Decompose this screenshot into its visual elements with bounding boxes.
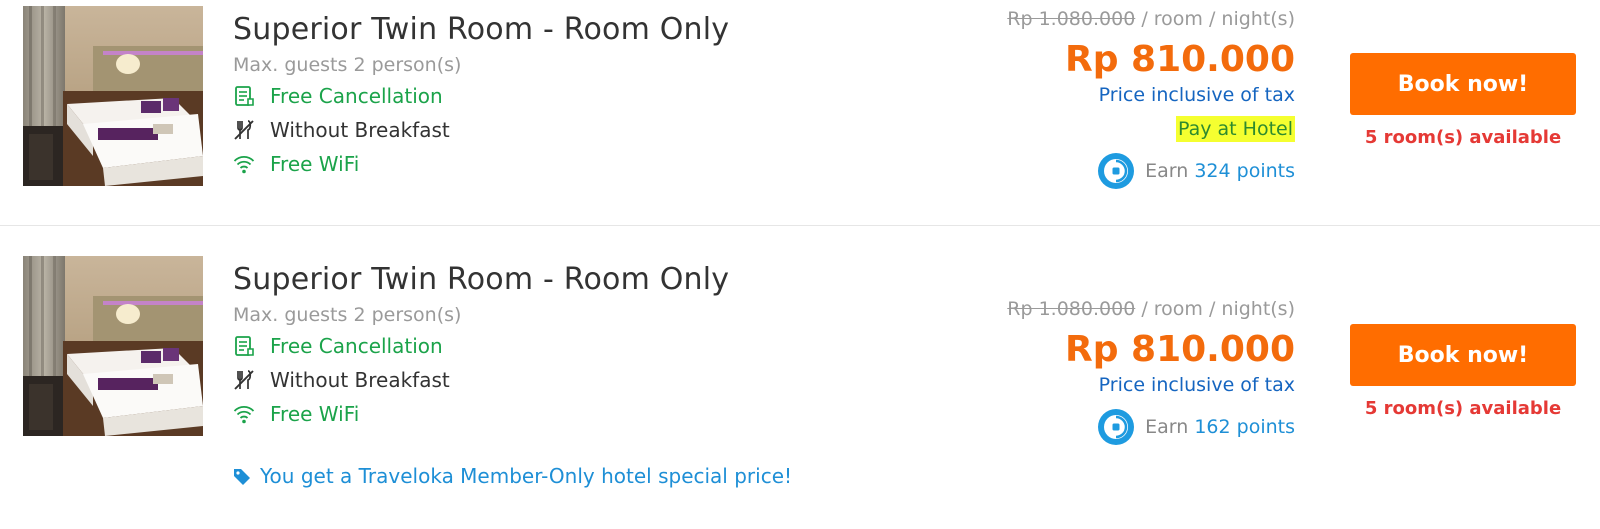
- feature-label: Free Cancellation: [270, 84, 443, 108]
- no-breakfast-icon: [233, 119, 255, 141]
- earn-points: Earn 162 points: [1007, 408, 1295, 446]
- discounted-price: Rp 810.000: [1065, 329, 1295, 370]
- points-value: 162 points: [1194, 416, 1295, 438]
- original-price: Rp 1.080.000: [1007, 298, 1136, 320]
- rooms-available: 5 room(s) available: [1364, 127, 1562, 148]
- feature-without-breakfast: Without Breakfast: [233, 115, 729, 145]
- earn-points: Earn 324 points: [1007, 152, 1295, 190]
- book-now-button[interactable]: Book now!: [1350, 53, 1576, 115]
- room-card: Superior Twin Room - Room Only Max. gues…: [0, 226, 1600, 529]
- room-photo-image: [23, 256, 203, 436]
- max-guests: Max. guests 2 person(s): [233, 54, 462, 76]
- original-price-line: Rp 1.080.000 / room / night(s): [1007, 296, 1295, 322]
- wifi-icon: [233, 153, 255, 175]
- room-card: Superior Twin Room - Room Only Max. gues…: [0, 0, 1600, 226]
- feature-free-cancellation: Free Cancellation: [233, 81, 729, 111]
- feature-label: Free Cancellation: [270, 334, 443, 358]
- room-photo[interactable]: [23, 6, 203, 186]
- feature-without-breakfast: Without Breakfast: [233, 365, 729, 395]
- rooms-available: 5 room(s) available: [1364, 398, 1562, 419]
- feature-label: Without Breakfast: [270, 118, 450, 142]
- points-icon: [1097, 152, 1135, 190]
- tax-note: Price inclusive of tax: [1098, 84, 1295, 106]
- feature-label: Free WiFi: [270, 402, 360, 426]
- feature-label: Without Breakfast: [270, 368, 450, 392]
- member-only-price-note[interactable]: You get a Traveloka Member-Only hotel sp…: [233, 464, 792, 488]
- max-guests: Max. guests 2 person(s): [233, 304, 462, 326]
- feature-free-wifi: Free WiFi: [233, 149, 729, 179]
- room-name[interactable]: Superior Twin Room - Room Only: [233, 262, 729, 298]
- price-unit: / room / night(s): [1141, 298, 1295, 320]
- room-photo[interactable]: [23, 256, 203, 436]
- points-prefix: Earn: [1145, 416, 1189, 438]
- member-note-text: You get a Traveloka Member-Only hotel sp…: [260, 464, 793, 488]
- feature-free-cancellation: Free Cancellation: [233, 331, 729, 361]
- feature-free-wifi: Free WiFi: [233, 399, 729, 429]
- price-block: Rp 1.080.000 / room / night(s) Rp 810.00…: [1007, 6, 1295, 190]
- receipt-icon: [233, 85, 255, 107]
- tag-icon: [233, 467, 251, 485]
- booking-block: Book now! 5 room(s) available: [1350, 324, 1576, 419]
- room-photo-image: [23, 6, 203, 186]
- no-breakfast-icon: [233, 369, 255, 391]
- tax-note: Price inclusive of tax: [1098, 374, 1295, 396]
- points-prefix: Earn: [1145, 160, 1189, 182]
- feature-label: Free WiFi: [270, 152, 360, 176]
- booking-block: Book now! 5 room(s) available: [1350, 53, 1576, 148]
- receipt-icon: [233, 335, 255, 357]
- room-info: Superior Twin Room - Room Only Max. gues…: [233, 262, 729, 429]
- discounted-price: Rp 810.000: [1065, 39, 1295, 80]
- wifi-icon: [233, 403, 255, 425]
- price-block: Rp 1.080.000 / room / night(s) Rp 810.00…: [1007, 296, 1295, 446]
- points-value: 324 points: [1194, 160, 1295, 182]
- room-info: Superior Twin Room - Room Only Max. gues…: [233, 12, 729, 179]
- original-price-line: Rp 1.080.000 / room / night(s): [1007, 6, 1295, 32]
- book-now-button[interactable]: Book now!: [1350, 324, 1576, 386]
- original-price: Rp 1.080.000: [1007, 8, 1136, 30]
- points-icon: [1097, 408, 1135, 446]
- pay-at-hotel-badge: Pay at Hotel: [1176, 116, 1295, 142]
- room-name[interactable]: Superior Twin Room - Room Only: [233, 12, 729, 48]
- price-unit: / room / night(s): [1141, 8, 1295, 30]
